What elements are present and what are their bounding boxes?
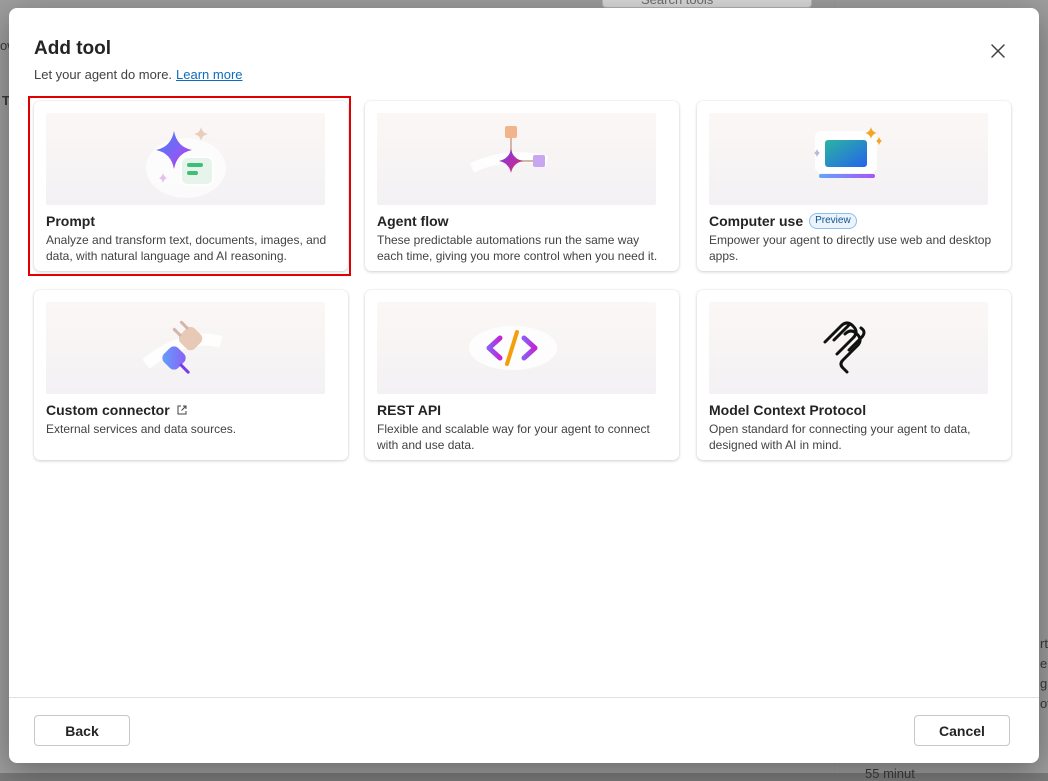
tool-name: Agent flow bbox=[377, 213, 449, 229]
footer-divider bbox=[9, 697, 1039, 698]
mcp-illustration bbox=[709, 302, 988, 394]
tool-card-custom-connector[interactable]: Custom connector External services and d… bbox=[34, 290, 348, 460]
background-text: 55 minut bbox=[865, 766, 915, 781]
computer-use-illustration bbox=[709, 113, 988, 205]
flow-icon bbox=[469, 126, 549, 173]
tool-description: Analyze and transform text, documents, i… bbox=[46, 233, 327, 263]
dialog-subtitle: Let your agent do more. Learn more bbox=[34, 67, 243, 82]
tool-name: REST API bbox=[377, 402, 441, 418]
tool-card-prompt[interactable]: Prompt Analyze and transform text, docum… bbox=[34, 101, 348, 271]
rest-api-illustration bbox=[377, 302, 656, 394]
tool-card-model-context-protocol[interactable]: Model Context Protocol Open standard for… bbox=[697, 290, 1011, 460]
background-text: g bbox=[1040, 676, 1048, 691]
tool-card-rest-api[interactable]: REST API Flexible and scalable way for y… bbox=[365, 290, 679, 460]
background-text: rt bbox=[1040, 636, 1048, 651]
subtitle-text: Let your agent do more. bbox=[34, 67, 173, 82]
background-search-input: Search tools bbox=[602, 0, 812, 8]
tool-name-text: Agent flow bbox=[377, 213, 449, 229]
tool-card-computer-use[interactable]: Computer use Preview Empower your agent … bbox=[697, 101, 1011, 271]
tool-name: Custom connector bbox=[46, 402, 188, 418]
tool-description: Flexible and scalable way for your agent… bbox=[377, 422, 650, 452]
tool-name: Computer use Preview bbox=[709, 213, 857, 229]
close-icon bbox=[991, 44, 1005, 58]
mcp-icon bbox=[823, 321, 866, 374]
background-text: e bbox=[1040, 656, 1048, 671]
close-button[interactable] bbox=[984, 37, 1012, 65]
plug-icon bbox=[142, 320, 223, 374]
tool-description: Empower your agent to directly use web a… bbox=[709, 233, 992, 263]
tool-name: Model Context Protocol bbox=[709, 402, 866, 418]
back-button[interactable]: Back bbox=[34, 715, 130, 746]
tool-name-text: Model Context Protocol bbox=[709, 402, 867, 418]
tool-description: These predictable automations run the sa… bbox=[377, 233, 658, 263]
add-tool-dialog: Add tool Let your agent do more. Learn mo… bbox=[9, 8, 1039, 763]
tool-name-text: Custom connector bbox=[46, 402, 170, 418]
tool-name-text: REST API bbox=[377, 402, 442, 418]
sparkle-prompt-icon bbox=[146, 127, 226, 198]
preview-badge: Preview bbox=[809, 213, 857, 229]
prompt-illustration bbox=[46, 113, 325, 205]
tool-description: Open standard for connecting your agent … bbox=[709, 422, 971, 452]
code-icon bbox=[469, 326, 557, 370]
dialog-title: Add tool bbox=[34, 38, 112, 59]
external-link-icon bbox=[177, 405, 187, 415]
tool-name-text: Prompt bbox=[46, 213, 95, 229]
cancel-button[interactable]: Cancel bbox=[914, 715, 1010, 746]
tool-name-text: Computer use bbox=[709, 213, 804, 229]
tool-card-agent-flow[interactable]: Agent flow These predictable automations… bbox=[365, 101, 679, 271]
custom-connector-illustration bbox=[46, 302, 325, 394]
agent-flow-illustration bbox=[377, 113, 656, 205]
tool-description: External services and data sources. bbox=[46, 422, 237, 436]
tool-name: Prompt bbox=[46, 213, 95, 229]
background-text: ov bbox=[1040, 696, 1048, 711]
computer-icon bbox=[814, 127, 882, 178]
learn-more-link[interactable]: Learn more bbox=[176, 67, 242, 82]
